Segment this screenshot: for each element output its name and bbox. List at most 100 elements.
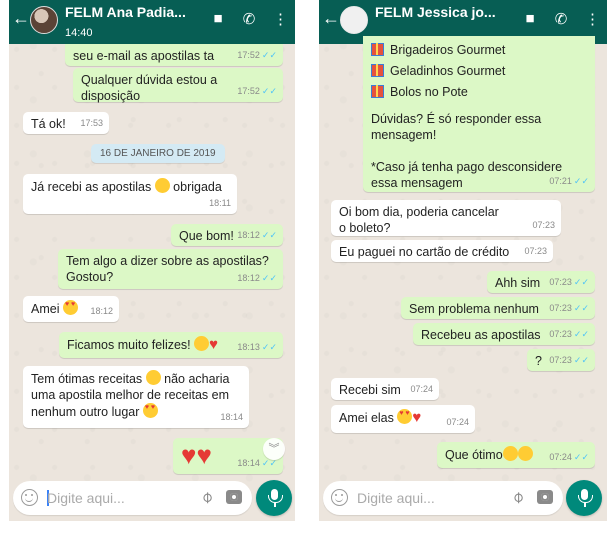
message-meta: 07:21 ✓✓ bbox=[549, 176, 589, 186]
heart-icon: ♥ bbox=[412, 409, 422, 426]
kissing-emoji-icon bbox=[517, 446, 533, 461]
more-vert-icon[interactable]: ⋮ bbox=[273, 10, 288, 28]
scroll-down-icon[interactable]: ︾ bbox=[263, 438, 285, 460]
heart-eyes-emoji-icon bbox=[397, 409, 413, 424]
message-in[interactable]: Amei 18:12 bbox=[23, 296, 119, 322]
message-input[interactable] bbox=[47, 488, 177, 508]
list-item: Bolos no Pote bbox=[371, 82, 587, 103]
message-text: Que ótimo bbox=[445, 446, 533, 462]
more-vert-icon[interactable]: ⋮ bbox=[585, 10, 600, 28]
message-out[interactable]: Ficamos muito felizes! ♥ 18:13 ✓✓ bbox=[59, 332, 283, 358]
video-call-icon[interactable]: ■ bbox=[523, 10, 537, 28]
chat-window-left: ← FELM Ana Padia... 14:40 ■ ✆ ⋮ seu e-ma… bbox=[9, 0, 295, 521]
message-text: Tem ótimas receitas não acharia uma apos… bbox=[31, 370, 229, 419]
message-text: seu e-mail as apostilas ta bbox=[73, 49, 215, 63]
message-input[interactable] bbox=[357, 488, 487, 508]
message-text: Ahh sim bbox=[495, 276, 541, 290]
attach-icon[interactable]: ⌀ bbox=[508, 487, 529, 508]
message-meta: 17:52 ✓✓ bbox=[237, 86, 277, 96]
phone-icon[interactable]: ✆ bbox=[554, 10, 568, 28]
mic-button[interactable] bbox=[566, 480, 602, 516]
emoji-icon[interactable] bbox=[331, 489, 348, 506]
mic-icon bbox=[578, 489, 593, 507]
date-chip: 16 DE JANEIRO DE 2019 bbox=[91, 144, 225, 163]
message-text: Sem problema nenhum bbox=[409, 302, 539, 316]
avatar[interactable] bbox=[340, 6, 368, 34]
list-item: Brigadeiros Gourmet bbox=[371, 40, 587, 61]
message-time: 17:53 bbox=[80, 118, 103, 128]
message-time: 18:12 bbox=[90, 306, 113, 316]
message-meta: 07:24 ✓✓ bbox=[549, 452, 589, 462]
message-text: Recebeu as apostilas bbox=[421, 328, 541, 342]
contact-name[interactable]: FELM Ana Padia... bbox=[65, 4, 195, 20]
message-meta: 07:23 ✓✓ bbox=[549, 277, 589, 287]
message-time: 07:24 bbox=[446, 417, 469, 427]
message-meta: 18:12 ✓✓ bbox=[237, 230, 277, 240]
message-out[interactable]: Qualquer dúvida estou a disposição 17:52… bbox=[73, 68, 283, 103]
header-subtitle: 14:40 bbox=[65, 27, 93, 39]
message-time: 07:23 bbox=[532, 220, 555, 230]
message-out[interactable]: Que bom! 18:12 ✓✓ bbox=[171, 224, 283, 246]
message-text: Recebi sim bbox=[339, 383, 401, 397]
kissing-emoji-icon bbox=[502, 446, 518, 461]
mic-icon bbox=[268, 489, 283, 507]
contact-name[interactable]: FELM Jessica jo... bbox=[375, 4, 505, 20]
avatar[interactable] bbox=[30, 6, 58, 34]
message-meta: 17:52 ✓✓ bbox=[237, 50, 277, 60]
grin-emoji-icon bbox=[154, 178, 170, 193]
message-text: Ficamos muito felizes! ♥ bbox=[67, 336, 219, 353]
product-list: Brigadeiros Gourmet Geladinhos Gourmet B… bbox=[371, 40, 587, 103]
message-meta: 07:23 ✓✓ bbox=[549, 355, 589, 365]
attach-icon[interactable]: ⌀ bbox=[197, 487, 218, 508]
message-in[interactable]: Oi bom dia, poderia cancelar o boleto? 0… bbox=[331, 200, 561, 236]
message-time: 18:14 bbox=[220, 412, 243, 422]
message-text: Qualquer dúvida estou a disposição bbox=[81, 73, 218, 103]
message-out[interactable]: Que ótimo 07:24 ✓✓ bbox=[437, 442, 595, 468]
message-meta: 07:23 ✓✓ bbox=[549, 329, 589, 339]
gift-icon bbox=[371, 64, 384, 77]
gift-icon bbox=[371, 85, 384, 98]
list-item: Geladinhos Gourmet bbox=[371, 61, 587, 82]
message-time: 07:24 bbox=[410, 384, 433, 394]
smirk-emoji-icon bbox=[145, 370, 161, 385]
video-call-icon[interactable]: ■ bbox=[211, 10, 225, 28]
message-text: Que bom! bbox=[179, 229, 234, 243]
message-text: Amei bbox=[31, 300, 78, 316]
phone-icon[interactable]: ✆ bbox=[242, 10, 256, 28]
message-text: ? bbox=[535, 354, 542, 368]
chat-header: ← FELM Ana Padia... 14:40 ■ ✆ ⋮ bbox=[9, 0, 295, 44]
message-out[interactable]: ? 07:23 ✓✓ bbox=[527, 349, 595, 371]
chat-window-right: ← FELM Jessica jo... ■ ✆ ⋮ Brigadeiros G… bbox=[319, 0, 607, 521]
message-in[interactable]: Eu paguei no cartão de crédito 07:23 bbox=[331, 240, 553, 262]
message-meta: 18:13 ✓✓ bbox=[237, 342, 277, 352]
message-out[interactable]: Recebeu as apostilas 07:23 ✓✓ bbox=[413, 323, 595, 345]
message-meta: 07:23 ✓✓ bbox=[549, 303, 589, 313]
camera-icon[interactable] bbox=[537, 490, 553, 504]
message-out[interactable]: Brigadeiros Gourmet Geladinhos Gourmet B… bbox=[363, 36, 595, 192]
message-in[interactable]: Recebi sim 07:24 bbox=[331, 378, 439, 400]
message-text: Eu paguei no cartão de crédito bbox=[339, 245, 510, 259]
message-in[interactable]: Tá ok! 17:53 bbox=[23, 112, 109, 134]
heart-eyes-emoji-icon bbox=[62, 300, 78, 315]
gift-icon bbox=[371, 43, 384, 56]
message-composer: ⌀ bbox=[323, 481, 563, 515]
message-in[interactable]: Tem ótimas receitas não acharia uma apos… bbox=[23, 366, 249, 428]
message-out[interactable]: Tem algo a dizer sobre as apostilas? Gos… bbox=[58, 249, 283, 289]
emoji-icon[interactable] bbox=[21, 489, 38, 506]
back-arrow-icon[interactable]: ← bbox=[12, 8, 30, 29]
message-out[interactable]: seu e-mail as apostilas ta 17:52 ✓✓ bbox=[65, 44, 283, 66]
camera-icon[interactable] bbox=[226, 490, 242, 504]
message-out[interactable]: Ahh sim 07:23 ✓✓ bbox=[487, 271, 595, 293]
message-text: ♥♥ bbox=[181, 442, 212, 468]
message-meta: 18:12 ✓✓ bbox=[237, 273, 277, 283]
message-out[interactable]: Sem problema nenhum 07:23 ✓✓ bbox=[401, 297, 595, 319]
relieved-emoji-icon bbox=[194, 336, 210, 351]
message-in[interactable]: Já recebi as apostilas obrigada 18:11 bbox=[23, 174, 237, 214]
back-arrow-icon[interactable]: ← bbox=[322, 8, 340, 29]
heart-icon: ♥♥ bbox=[181, 440, 212, 470]
message-in[interactable]: Amei elas ♥ 07:24 bbox=[331, 405, 475, 433]
message-text: Oi bom dia, poderia cancelar o boleto? bbox=[339, 205, 499, 235]
mic-button[interactable] bbox=[256, 480, 292, 516]
message-time: 07:23 bbox=[524, 246, 547, 256]
message-text: Amei elas ♥ bbox=[339, 409, 422, 426]
